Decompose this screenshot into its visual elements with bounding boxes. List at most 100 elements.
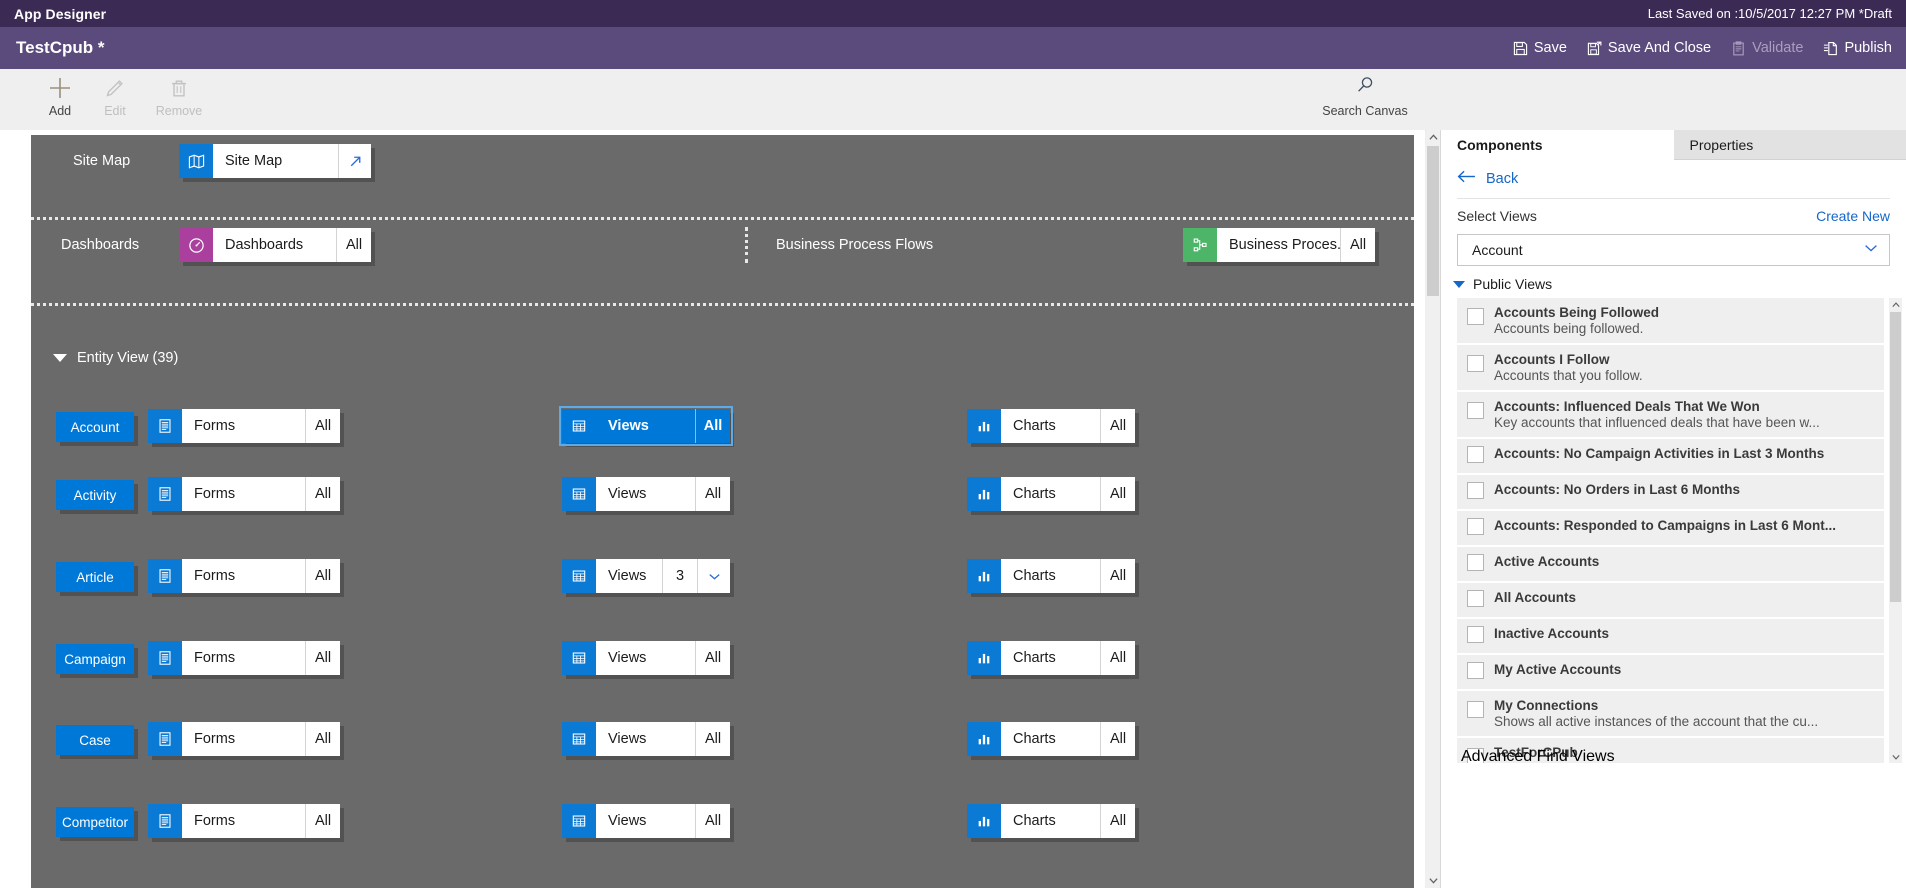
charts-tile-campaign[interactable]: Charts All (967, 641, 1135, 675)
entity-chip-label: Campaign (64, 651, 126, 667)
views-list-scrollbar[interactable] (1889, 298, 1902, 763)
forms-tile-article[interactable]: Forms All (148, 559, 340, 593)
group-advanced-find-views[interactable]: Advanced Find Views (1453, 748, 1615, 763)
sitemap-tile[interactable]: Site Map (179, 144, 371, 178)
views-tile-label: Views (608, 650, 647, 666)
views-tile-account[interactable]: Views All (559, 406, 733, 446)
search-canvas-label: Search Canvas (1322, 104, 1408, 118)
group-advanced-find-views-label: Advanced Find Views (1461, 748, 1615, 763)
back-button[interactable]: Back (1441, 160, 1906, 198)
view-name: All Accounts (1494, 590, 1577, 605)
view-checkbox[interactable] (1467, 626, 1484, 643)
view-checkbox[interactable] (1467, 446, 1484, 463)
list-item[interactable]: My Connections Shows all active instance… (1457, 691, 1884, 738)
view-checkbox[interactable] (1467, 308, 1484, 325)
group-public-views[interactable]: Public Views (1441, 266, 1906, 298)
list-item[interactable]: Accounts Being Followed Accounts being f… (1457, 298, 1884, 345)
designer-ribbon: Add Edit Remove Search Canvas (0, 69, 1906, 131)
list-item[interactable]: Accounts: No Campaign Activities in Last… (1457, 439, 1884, 475)
tab-components[interactable]: Components (1441, 130, 1674, 160)
view-checkbox[interactable] (1467, 590, 1484, 607)
views-tile-campaign[interactable]: Views All (562, 641, 730, 675)
charts-tile-article[interactable]: Charts All (967, 559, 1135, 593)
view-checkbox[interactable] (1467, 402, 1484, 419)
sitemap-tile-label: Site Map (225, 153, 283, 169)
entity-chip-case[interactable]: Case (56, 725, 134, 755)
save-button[interactable]: Save (1513, 40, 1567, 56)
publish-button[interactable]: Publish (1823, 40, 1892, 56)
bpf-tile[interactable]: Business Proces... All (1183, 228, 1375, 262)
canvas-scroll-thumb[interactable] (1427, 146, 1439, 296)
views-tile-competitor[interactable]: Views All (562, 804, 730, 838)
view-checkbox[interactable] (1467, 482, 1484, 499)
forms-tile-account[interactable]: Forms All (148, 409, 340, 443)
view-name: My Active Accounts (1494, 662, 1622, 677)
view-checkbox[interactable] (1467, 701, 1484, 718)
view-checkbox[interactable] (1467, 554, 1484, 571)
forms-tile-activity[interactable]: Forms All (148, 477, 340, 511)
scroll-up-icon[interactable] (1889, 298, 1902, 311)
charts-tile-competitor[interactable]: Charts All (967, 804, 1135, 838)
scroll-down-icon[interactable] (1426, 873, 1440, 888)
charts-tile-account[interactable]: Charts All (967, 409, 1135, 443)
forms-tile-campaign[interactable]: Forms All (148, 641, 340, 675)
view-description: Accounts that you follow. (1494, 368, 1643, 383)
entity-chip-article[interactable]: Article (56, 562, 134, 592)
sitemap-row-label: Site Map (73, 153, 131, 169)
entity-chip-competitor[interactable]: Competitor (56, 807, 134, 837)
scroll-up-icon[interactable] (1426, 130, 1440, 145)
entity-chip-label: Article (76, 569, 114, 585)
chevron-down-icon[interactable] (697, 559, 730, 593)
view-checkbox[interactable] (1467, 518, 1484, 535)
grid-icon (562, 559, 596, 593)
entity-view-section-header[interactable]: Entity View (39) (53, 350, 178, 366)
create-new-link[interactable]: Create New (1816, 208, 1890, 224)
search-canvas-button[interactable]: Search Canvas (1317, 75, 1413, 118)
canvas-scrollbar[interactable] (1426, 130, 1440, 888)
edit-button[interactable]: Edit (83, 75, 147, 118)
scroll-down-icon[interactable] (1889, 750, 1902, 763)
forms-tile-competitor[interactable]: Forms All (148, 804, 340, 838)
validate-button[interactable]: Validate (1731, 40, 1803, 56)
view-name: Accounts: No Orders in Last 6 Months (1494, 482, 1741, 497)
list-item[interactable]: Accounts: No Orders in Last 6 Months (1457, 475, 1884, 511)
view-checkbox[interactable] (1467, 355, 1484, 372)
entity-chip-label: Activity (73, 487, 117, 503)
view-checkbox[interactable] (1467, 662, 1484, 679)
charts-tile-count: All (1100, 409, 1135, 443)
forms-tile-case[interactable]: Forms All (148, 722, 340, 756)
plus-icon (47, 75, 73, 101)
views-scroll-thumb[interactable] (1890, 312, 1901, 602)
list-item[interactable]: Inactive Accounts (1457, 619, 1884, 655)
canvas-surface: Site Map Site Map Dashboards Dashboards … (31, 135, 1414, 888)
views-tile-article[interactable]: Views 3 (562, 559, 730, 593)
list-item[interactable]: All Accounts (1457, 583, 1884, 619)
select-views-header: Select Views Create New (1441, 199, 1906, 231)
entity-chip-campaign[interactable]: Campaign (56, 644, 134, 674)
entity-chip-label: Competitor (61, 814, 129, 830)
forms-tile-label: Forms (194, 418, 236, 434)
save-and-close-button[interactable]: Save And Close (1587, 40, 1711, 56)
save-and-close-label: Save And Close (1607, 40, 1712, 56)
chart-icon (967, 804, 1001, 838)
views-tile-activity[interactable]: Views All (562, 477, 730, 511)
entity-select[interactable]: Account (1457, 234, 1890, 266)
list-item[interactable]: Accounts I Follow Accounts that you foll… (1457, 345, 1884, 392)
tab-properties[interactable]: Properties (1673, 130, 1906, 159)
views-list: Accounts Being Followed Accounts being f… (1457, 298, 1884, 763)
remove-button[interactable]: Remove (147, 75, 211, 118)
entity-chip-account[interactable]: Account (56, 412, 134, 442)
list-item[interactable]: Accounts: Responded to Campaigns in Last… (1457, 511, 1884, 547)
list-item[interactable]: Active Accounts (1457, 547, 1884, 583)
charts-tile-case[interactable]: Charts All (967, 722, 1135, 756)
list-item[interactable]: Accounts: Influenced Deals That We Won K… (1457, 392, 1884, 439)
views-tile-case[interactable]: Views All (562, 722, 730, 756)
list-item[interactable]: My Active Accounts (1457, 655, 1884, 691)
entity-chip-activity[interactable]: Activity (56, 480, 134, 510)
form-icon (148, 559, 182, 593)
dashboards-tile[interactable]: Dashboards All (179, 228, 371, 262)
view-name: Accounts: No Campaign Activities in Last… (1494, 446, 1825, 461)
open-designer-arrow-icon[interactable] (338, 144, 371, 178)
charts-tile-activity[interactable]: Charts All (967, 477, 1135, 511)
grid-icon (562, 722, 596, 756)
